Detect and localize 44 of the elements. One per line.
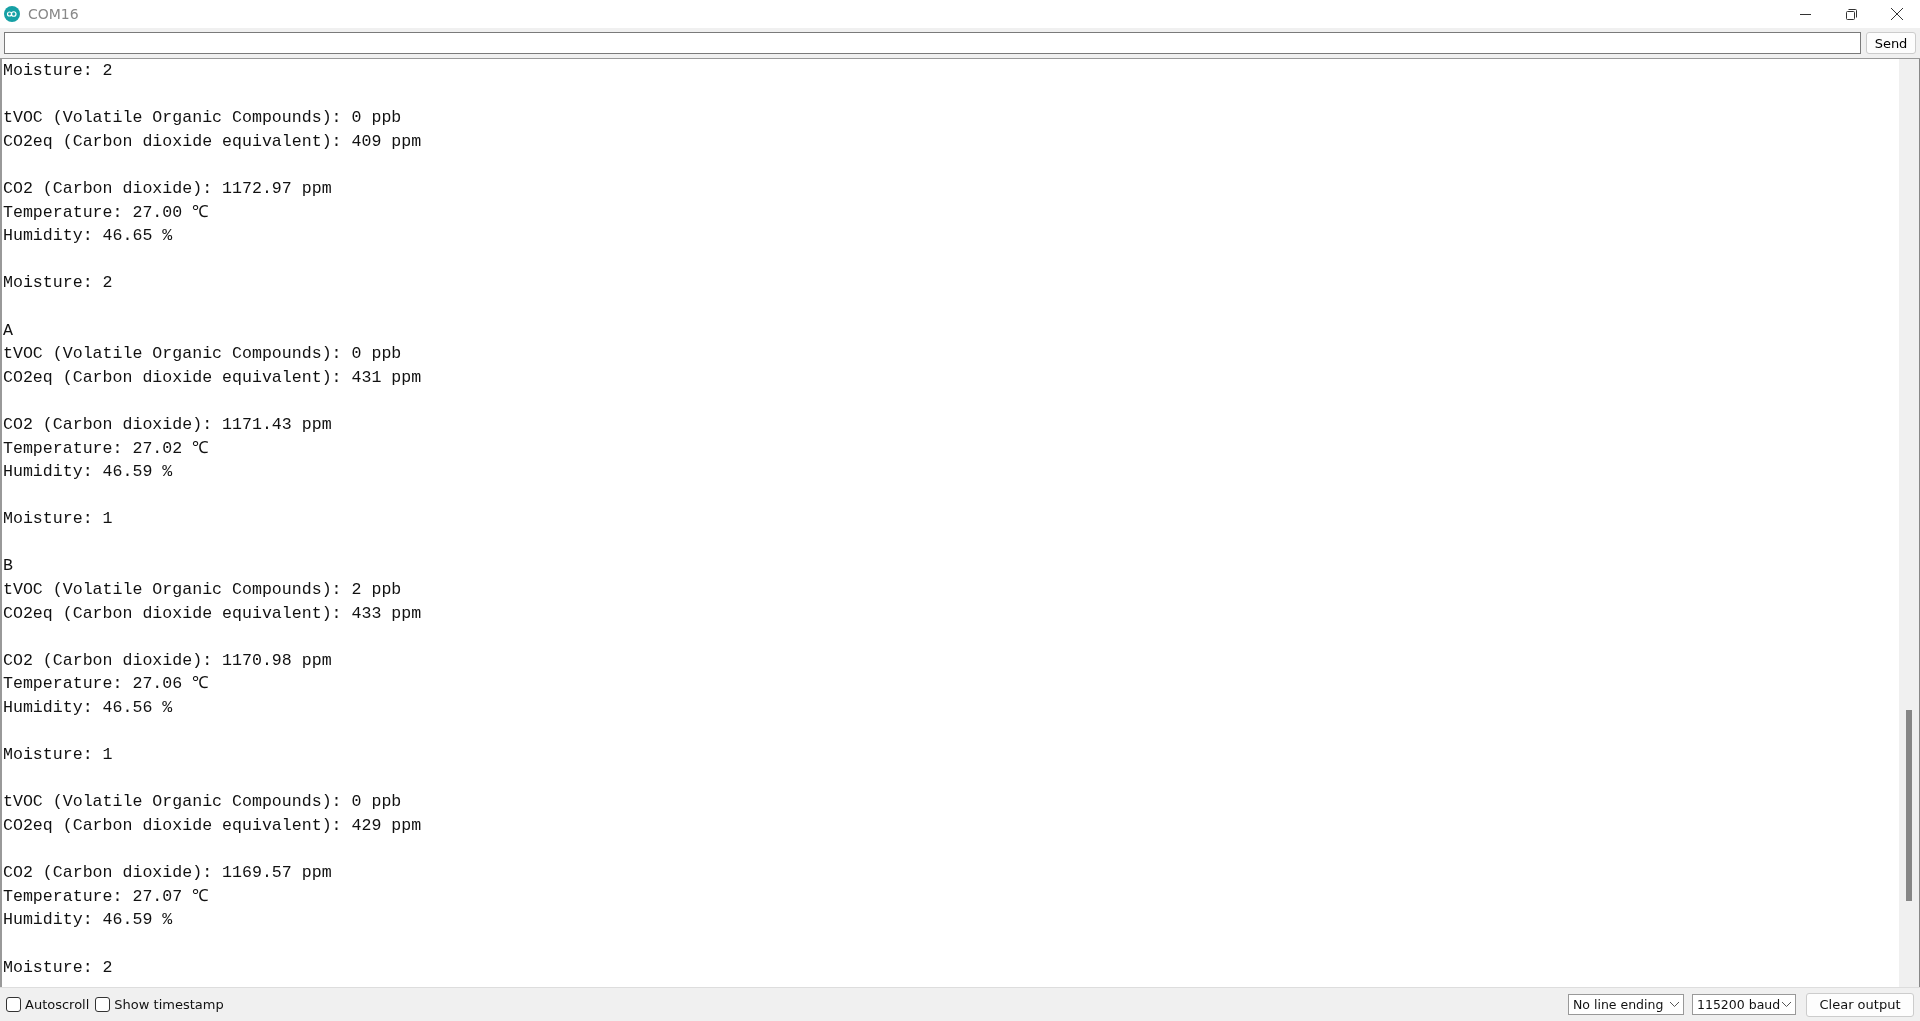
output-line: Temperature: 27.07 ℃ — [3, 885, 210, 908]
output-line: Moisture: 1 — [3, 508, 113, 531]
output-line: B — [3, 555, 13, 578]
output-line: tVOC (Volatile Organic Compounds): 0 ppb — [3, 791, 402, 814]
output-line: Humidity: 46.56 % — [3, 697, 173, 720]
caret-icon — [1670, 1002, 1679, 1007]
output-line: CO2eq (Carbon dioxide equivalent): 409 ppm — [3, 130, 422, 153]
output-line: CO2 (Carbon dioxide): 1171.43 ppm — [3, 413, 332, 436]
output-line: Temperature: 27.02 ℃ — [3, 437, 210, 460]
output-line: Humidity: 46.59 % — [3, 909, 173, 932]
close-icon — [1891, 8, 1903, 20]
output-line: tVOC (Volatile Organic Compounds): 0 ppb — [3, 343, 402, 366]
clear-output-button[interactable]: Clear output — [1806, 992, 1914, 1017]
checkbox-label: Autoscroll — [25, 997, 90, 1012]
app-logo-icon — [4, 6, 20, 22]
output-line: Humidity: 46.59 % — [3, 461, 173, 484]
output-line: Temperature: 27.06 ℃ — [3, 673, 210, 696]
message-field[interactable] — [4, 32, 1861, 54]
output-line: Moisture: 2 — [3, 272, 113, 295]
line-ending-dropdown[interactable]: No line ending — [1568, 994, 1684, 1015]
output-line: Moisture: 2 — [3, 956, 113, 979]
output-line: CO2 (Carbon dioxide): 1172.97 ppm — [3, 177, 332, 200]
send-button[interactable]: Send — [1866, 32, 1916, 54]
caret-icon — [1782, 1002, 1791, 1007]
output-line: CO2 (Carbon dioxide): 1170.98 ppm — [3, 649, 332, 672]
output-line: Moisture: 1 — [3, 744, 113, 767]
output-line: Humidity: 46.65 % — [3, 225, 173, 248]
restore-icon — [1845, 8, 1857, 20]
checkbox[interactable] — [95, 997, 111, 1012]
baud-rate-dropdown[interactable]: 115200 baud — [1692, 994, 1796, 1015]
window-title: COM16 — [28, 6, 79, 22]
output-line: A — [3, 319, 13, 342]
output-line: CO2eq (Carbon dioxide equivalent): 429 ppm — [3, 815, 422, 837]
output-line: CO2eq (Carbon dioxide equivalent): 431 ppm — [3, 366, 422, 389]
checkbox[interactable] — [6, 997, 21, 1012]
output-line: tVOC (Volatile Organic Compounds): 0 ppb — [3, 107, 402, 130]
output-line: Moisture: 2 — [3, 60, 113, 82]
output-line: CO2eq (Carbon dioxide equivalent): 433 ppm — [3, 602, 422, 625]
output-line: CO2 (Carbon dioxide): 1169.57 ppm — [3, 862, 332, 885]
output-line: tVOC (Volatile Organic Compounds): 2 ppb — [3, 579, 402, 602]
output-line: Temperature: 27.00 ℃ — [3, 201, 210, 224]
scrollbar-thumb[interactable] — [1906, 710, 1912, 901]
checkbox-label: Show timestamp — [114, 997, 224, 1012]
scrollbar[interactable] — [1899, 59, 1920, 987]
